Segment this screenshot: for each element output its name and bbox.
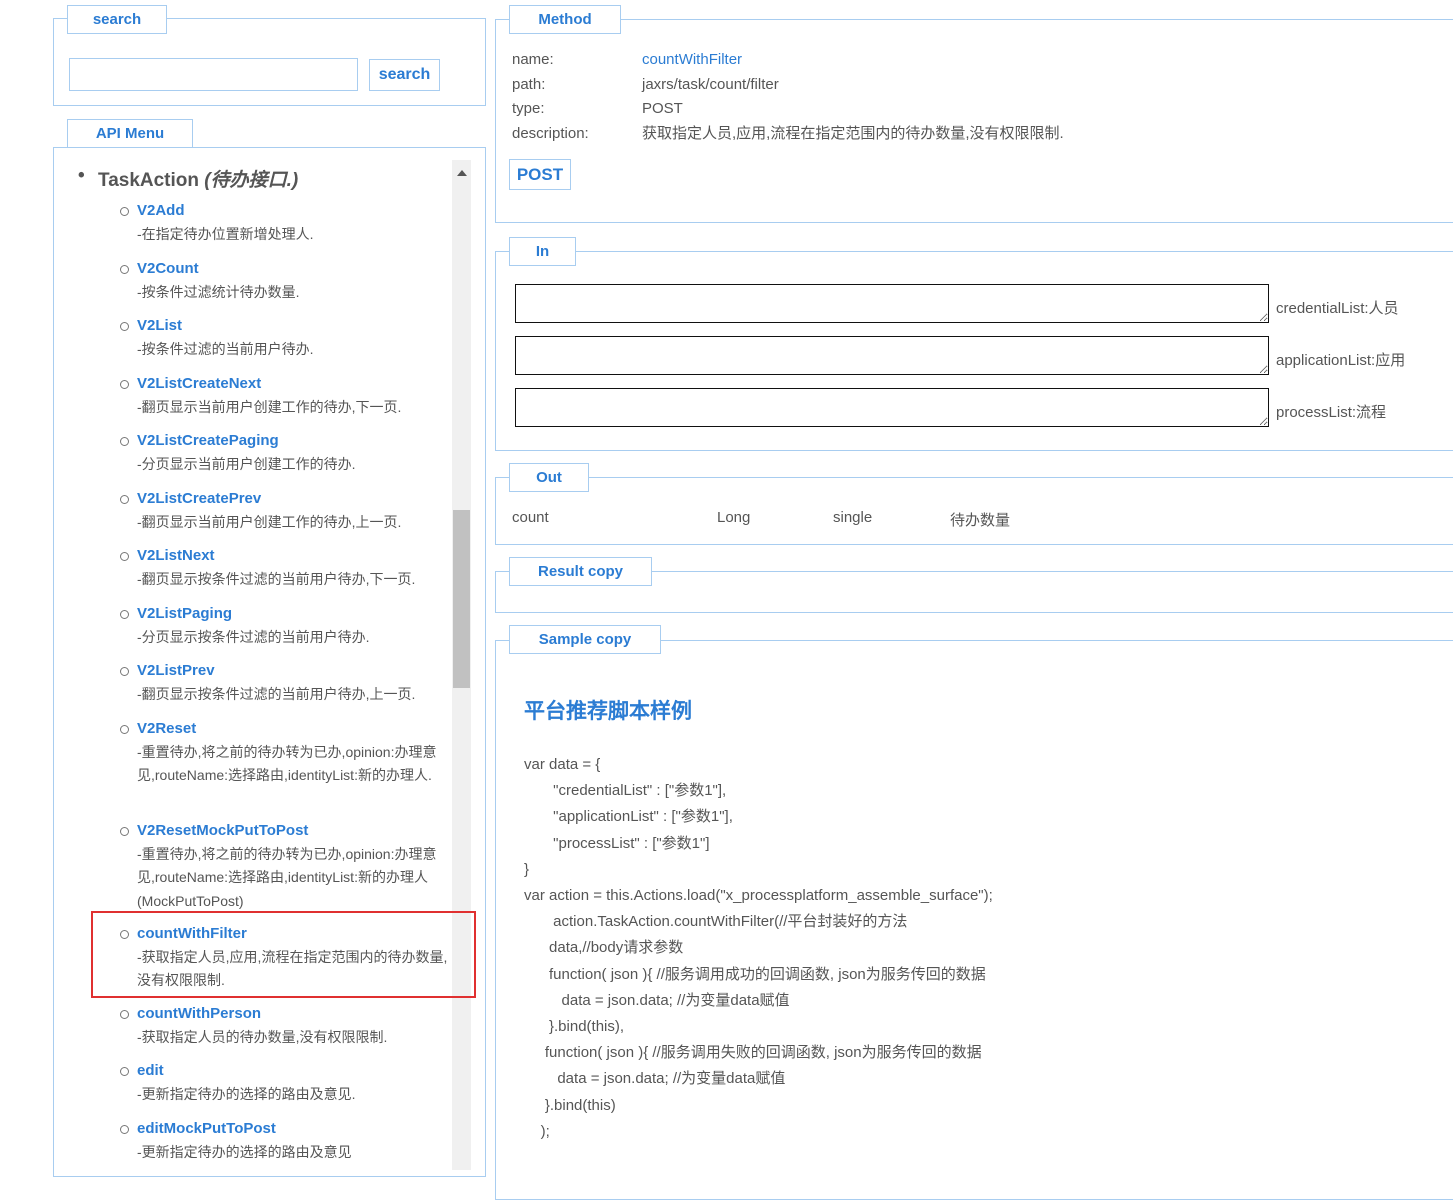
menu-item-desc: -分页显示当前用户创建工作的待办.: [137, 455, 356, 472]
menu-item-name[interactable]: countWithPerson: [137, 1003, 452, 1026]
menu-item-name[interactable]: V2ListCreateNext: [137, 373, 452, 396]
credentiallist-label: credentialList:人员: [1276, 300, 1399, 317]
scrollbar-thumb[interactable]: [453, 510, 470, 688]
group-desc: (待办接口.): [204, 170, 299, 191]
menu-item-edit[interactable]: edit -更新指定待办的选择的路由及意见.: [120, 1060, 452, 1106]
menu-item-name[interactable]: V2List: [137, 315, 452, 338]
menu-item-desc: -分页显示按条件过滤的当前用户待办.: [137, 628, 370, 645]
menu-item-desc: -重置待办,将之前的待办转为已办,opinion:办理意见,routeName:…: [137, 845, 437, 909]
scroll-up-icon[interactable]: [457, 170, 467, 176]
applicationlist-input[interactable]: [515, 336, 1269, 375]
out-kind: single: [833, 509, 873, 526]
menu-item-desc: -更新指定待办的选择的路由及意见: [137, 1143, 352, 1160]
method-path: jaxrs/task/count/filter: [642, 75, 779, 93]
menu-item-desc: -按条件过滤的当前用户待办.: [137, 340, 314, 357]
name-label: name:: [512, 51, 554, 68]
search-legend: search: [67, 5, 167, 34]
menu-item-desc: -获取指定人员的待办数量,没有权限限制.: [137, 1028, 388, 1045]
menu-item-name[interactable]: V2Add: [137, 200, 452, 223]
processlist-label: processList:流程: [1276, 404, 1387, 421]
menu-item-V2ListPrev[interactable]: V2ListPrev -翻页显示按条件过滤的当前用户待办,上一页.: [120, 660, 452, 706]
menu-scrollbar[interactable]: [452, 160, 471, 1170]
method-labels: name: path: type: description:: [512, 48, 589, 146]
type-label: type:: [512, 100, 545, 117]
menu-item-desc: -翻页显示按条件过滤的当前用户待办,上一页.: [137, 685, 416, 702]
method-desc: 获取指定人员,应用,流程在指定范围内的待办数量,没有权限限制.: [642, 124, 1064, 142]
api-menu-list: TaskAction (待办接口.) V2Add-在指定待办位置新增处理人.V2…: [54, 160, 452, 1170]
menu-item-V2ListPaging[interactable]: V2ListPaging -分页显示按条件过滤的当前用户待办.: [120, 603, 452, 649]
selected-highlight: [91, 911, 476, 998]
method-values: countWithFilter jaxrs/task/count/filter …: [642, 48, 1064, 146]
menu-item-name[interactable]: V2ListCreatePrev: [137, 488, 452, 511]
menu-item-V2Count[interactable]: V2Count -按条件过滤统计待办数量.: [120, 258, 452, 304]
menu-item-V2List[interactable]: V2List -按条件过滤的当前用户待办.: [120, 315, 452, 361]
menu-item-desc: -重置待办,将之前的待办转为已办,opinion:办理意见,routeName:…: [137, 743, 437, 784]
sample-copy-legend[interactable]: Sample copy: [509, 625, 661, 654]
search-button[interactable]: search: [369, 59, 440, 91]
menu-item-V2Add[interactable]: V2Add -在指定待办位置新增处理人.: [120, 200, 452, 246]
desc-label: description:: [512, 124, 589, 142]
sample-code: var data = { "credentialList" : ["参数1"],…: [524, 756, 993, 1140]
result-copy-legend[interactable]: Result copy: [509, 557, 652, 586]
menu-item-editMockPutToPost[interactable]: editMockPutToPost -更新指定待办的选择的路由及意见: [120, 1118, 452, 1164]
method-legend: Method: [509, 5, 621, 34]
menu-item-name[interactable]: V2ResetMockPutToPost: [137, 820, 452, 843]
menu-item-V2ListCreatePaging[interactable]: V2ListCreatePaging -分页显示当前用户创建工作的待办.: [120, 430, 452, 476]
method-type: POST: [642, 100, 683, 117]
menu-item-name[interactable]: editMockPutToPost: [137, 1118, 452, 1141]
menu-item-V2ListNext[interactable]: V2ListNext -翻页显示按条件过滤的当前用户待办,下一页.: [120, 545, 452, 591]
menu-item-desc: -翻页显示当前用户创建工作的待办,下一页.: [137, 398, 402, 415]
menu-item-desc: -翻页显示当前用户创建工作的待办,上一页.: [137, 513, 402, 530]
menu-group-taskaction[interactable]: TaskAction (待办接口.): [78, 165, 299, 192]
search-input[interactable]: [69, 58, 358, 91]
menu-item-V2ListCreateNext[interactable]: V2ListCreateNext -翻页显示当前用户创建工作的待办,下一页.: [120, 373, 452, 419]
group-name: TaskAction: [98, 170, 200, 191]
menu-item-desc: -按条件过滤统计待办数量.: [137, 283, 300, 300]
out-name: count: [512, 509, 549, 526]
menu-item-desc: -翻页显示按条件过滤的当前用户待办,下一页.: [137, 570, 416, 587]
sample-title: 平台推荐脚本样例: [524, 700, 692, 723]
menu-item-desc: -在指定待办位置新增处理人.: [137, 225, 314, 242]
menu-item-name[interactable]: V2ListCreatePaging: [137, 430, 452, 453]
menu-item-name[interactable]: V2ListNext: [137, 545, 452, 568]
out-legend: Out: [509, 463, 589, 492]
out-type: Long: [717, 509, 751, 526]
menu-item-name[interactable]: V2Count: [137, 258, 452, 281]
api-menu-legend: API Menu: [67, 119, 193, 148]
path-label: path:: [512, 75, 546, 93]
applicationlist-label: applicationList:应用: [1276, 352, 1406, 369]
method-name: countWithFilter: [642, 51, 743, 68]
in-legend: In: [509, 237, 576, 266]
menu-item-name[interactable]: V2ListPrev: [137, 660, 452, 683]
menu-item-name[interactable]: edit: [137, 1060, 452, 1083]
menu-item-V2Reset[interactable]: V2Reset -重置待办,将之前的待办转为已办,opinion:办理意见,rou…: [120, 718, 452, 788]
menu-item-name[interactable]: V2ListPaging: [137, 603, 452, 626]
out-desc: 待办数量: [950, 512, 1011, 529]
menu-item-V2ListCreatePrev[interactable]: V2ListCreatePrev -翻页显示当前用户创建工作的待办,上一页.: [120, 488, 452, 534]
credentiallist-input[interactable]: [515, 284, 1269, 323]
menu-item-desc: -更新指定待办的选择的路由及意见.: [137, 1085, 356, 1102]
menu-item-V2ResetMockPutToPost[interactable]: V2ResetMockPutToPost -重置待办,将之前的待办转为已办,opi…: [120, 820, 452, 913]
menu-item-countWithPerson[interactable]: countWithPerson -获取指定人员的待办数量,没有权限限制.: [120, 1003, 452, 1049]
menu-item-name[interactable]: V2Reset: [137, 718, 452, 741]
processlist-input[interactable]: [515, 388, 1269, 427]
post-button[interactable]: POST: [509, 159, 571, 190]
